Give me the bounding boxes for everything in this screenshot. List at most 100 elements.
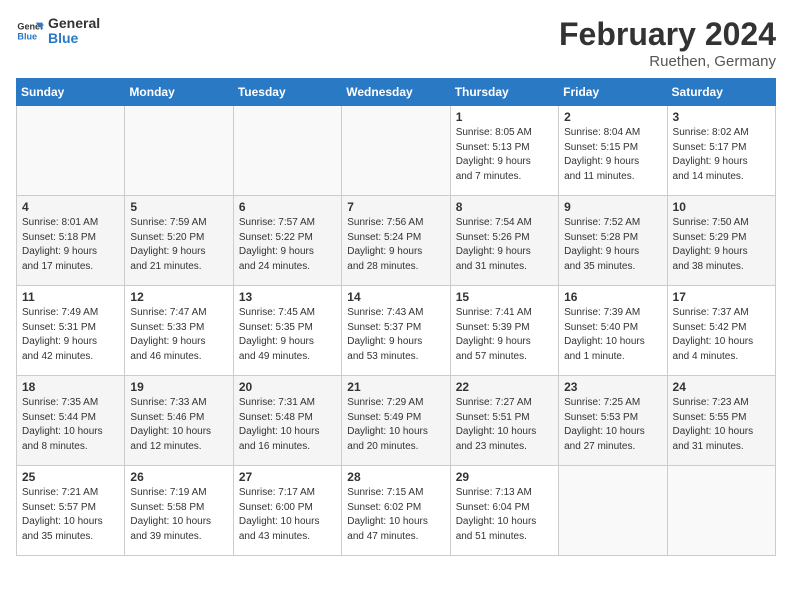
calendar-cell: 26Sunrise: 7:19 AM Sunset: 5:58 PM Dayli… <box>125 466 233 556</box>
calendar-cell: 29 Sunrise: 7:13 AM Sunset: 6:04 PM Dayli… <box>450 466 558 556</box>
calendar-title: February 2024 <box>559 16 776 53</box>
calendar-header-row: SundayMondayTuesdayWednesdayThursdayFrid… <box>17 79 776 106</box>
day-info: Sunrise: 7:37 AM Sunset: 5:42 PM Dayligh… <box>673 306 770 364</box>
day-info: Sunrise: 7:31 AM Sunset: 5:48 PM Dayligh… <box>239 396 336 454</box>
calendar-cell <box>559 466 667 556</box>
column-header-friday: Friday <box>559 79 667 106</box>
day-info: Sunrise: 8:05 AM Sunset: 5:13 PM Dayligh… <box>456 126 553 184</box>
column-header-sunday: Sunday <box>17 79 125 106</box>
day-number: 22 <box>456 380 553 394</box>
day-info: Sunrise: 7:41 AM Sunset: 5:39 PM Dayligh… <box>456 306 553 364</box>
calendar-subtitle: Ruethen, Germany <box>559 53 776 70</box>
calendar-cell: 17 Sunrise: 7:37 AM Sunset: 5:42 PM Dayli… <box>667 286 775 376</box>
day-number: 5 <box>130 200 227 214</box>
calendar-week-row: 4 Sunrise: 8:01 AM Sunset: 5:18 PM Daylig… <box>17 196 776 286</box>
day-number: 24 <box>673 380 770 394</box>
day-number: 23 <box>564 380 661 394</box>
calendar-cell: 23 Sunrise: 7:25 AM Sunset: 5:53 PM Dayli… <box>559 376 667 466</box>
calendar-cell: 16 Sunrise: 7:39 AM Sunset: 5:40 PM Dayli… <box>559 286 667 376</box>
calendar-cell <box>17 106 125 196</box>
day-number: 6 <box>239 200 336 214</box>
calendar-cell <box>342 106 450 196</box>
day-info: Sunrise: 7:56 AM Sunset: 5:24 PM Dayligh… <box>347 216 444 274</box>
calendar-cell: 20 Sunrise: 7:31 AM Sunset: 5:48 PM Dayli… <box>233 376 341 466</box>
calendar-week-row: 25 Sunrise: 7:21 AM Sunset: 5:57 PM Dayli… <box>17 466 776 556</box>
column-header-saturday: Saturday <box>667 79 775 106</box>
calendar-week-row: 11Sunrise: 7:49 AM Sunset: 5:31 PM Dayli… <box>17 286 776 376</box>
day-number: 4 <box>22 200 119 214</box>
calendar-week-row: 1 Sunrise: 8:05 AM Sunset: 5:13 PM Daylig… <box>17 106 776 196</box>
day-info: Sunrise: 7:59 AM Sunset: 5:20 PM Dayligh… <box>130 216 227 274</box>
day-number: 10 <box>673 200 770 214</box>
calendar-cell: 10 Sunrise: 7:50 AM Sunset: 5:29 PM Dayli… <box>667 196 775 286</box>
column-header-thursday: Thursday <box>450 79 558 106</box>
day-info: Sunrise: 7:23 AM Sunset: 5:55 PM Dayligh… <box>673 396 770 454</box>
day-number: 14 <box>347 290 444 304</box>
day-info: Sunrise: 7:17 AM Sunset: 6:00 PM Dayligh… <box>239 486 336 544</box>
calendar-cell: 13 Sunrise: 7:45 AM Sunset: 5:35 PM Dayli… <box>233 286 341 376</box>
calendar-cell: 5 Sunrise: 7:59 AM Sunset: 5:20 PM Daylig… <box>125 196 233 286</box>
day-number: 19 <box>130 380 227 394</box>
calendar-cell: 25 Sunrise: 7:21 AM Sunset: 5:57 PM Dayli… <box>17 466 125 556</box>
calendar-cell: 27 Sunrise: 7:17 AM Sunset: 6:00 PM Dayli… <box>233 466 341 556</box>
day-number: 29 <box>456 470 553 484</box>
calendar-cell: 9Sunrise: 7:52 AM Sunset: 5:28 PM Daylig… <box>559 196 667 286</box>
calendar-cell: 19Sunrise: 7:33 AM Sunset: 5:46 PM Dayli… <box>125 376 233 466</box>
day-info: Sunrise: 7:29 AM Sunset: 5:49 PM Dayligh… <box>347 396 444 454</box>
day-info: Sunrise: 7:47 AM Sunset: 5:33 PM Dayligh… <box>130 306 227 364</box>
logo-icon: General Blue <box>16 17 44 45</box>
calendar-cell: 6 Sunrise: 7:57 AM Sunset: 5:22 PM Daylig… <box>233 196 341 286</box>
calendar-cell <box>667 466 775 556</box>
day-number: 7 <box>347 200 444 214</box>
calendar-cell: 8 Sunrise: 7:54 AM Sunset: 5:26 PM Daylig… <box>450 196 558 286</box>
logo-line2: Blue <box>48 31 100 46</box>
calendar-cell: 3 Sunrise: 8:02 AM Sunset: 5:17 PM Daylig… <box>667 106 775 196</box>
column-header-wednesday: Wednesday <box>342 79 450 106</box>
day-number: 3 <box>673 110 770 124</box>
day-number: 12 <box>130 290 227 304</box>
title-block: February 2024 Ruethen, Germany <box>559 16 776 70</box>
day-info: Sunrise: 8:02 AM Sunset: 5:17 PM Dayligh… <box>673 126 770 184</box>
calendar-cell <box>125 106 233 196</box>
day-info: Sunrise: 7:35 AM Sunset: 5:44 PM Dayligh… <box>22 396 119 454</box>
day-number: 20 <box>239 380 336 394</box>
calendar-cell: 11Sunrise: 7:49 AM Sunset: 5:31 PM Dayli… <box>17 286 125 376</box>
day-info: Sunrise: 7:45 AM Sunset: 5:35 PM Dayligh… <box>239 306 336 364</box>
calendar-week-row: 18Sunrise: 7:35 AM Sunset: 5:44 PM Dayli… <box>17 376 776 466</box>
calendar-cell: 4 Sunrise: 8:01 AM Sunset: 5:18 PM Daylig… <box>17 196 125 286</box>
calendar-cell: 28 Sunrise: 7:15 AM Sunset: 6:02 PM Dayli… <box>342 466 450 556</box>
day-number: 28 <box>347 470 444 484</box>
day-number: 11 <box>22 290 119 304</box>
day-number: 17 <box>673 290 770 304</box>
day-info: Sunrise: 7:57 AM Sunset: 5:22 PM Dayligh… <box>239 216 336 274</box>
day-info: Sunrise: 8:04 AM Sunset: 5:15 PM Dayligh… <box>564 126 661 184</box>
day-info: Sunrise: 7:15 AM Sunset: 6:02 PM Dayligh… <box>347 486 444 544</box>
day-number: 8 <box>456 200 553 214</box>
day-info: Sunrise: 7:13 AM Sunset: 6:04 PM Dayligh… <box>456 486 553 544</box>
calendar-cell: 12 Sunrise: 7:47 AM Sunset: 5:33 PM Dayli… <box>125 286 233 376</box>
day-number: 21 <box>347 380 444 394</box>
day-number: 25 <box>22 470 119 484</box>
day-info: Sunrise: 7:39 AM Sunset: 5:40 PM Dayligh… <box>564 306 661 364</box>
calendar-cell: 1 Sunrise: 8:05 AM Sunset: 5:13 PM Daylig… <box>450 106 558 196</box>
calendar-cell: 24 Sunrise: 7:23 AM Sunset: 5:55 PM Dayli… <box>667 376 775 466</box>
page-header: General Blue General Blue February 2024 … <box>16 16 776 70</box>
day-info: Sunrise: 7:19 AM Sunset: 5:58 PM Dayligh… <box>130 486 227 544</box>
column-header-monday: Monday <box>125 79 233 106</box>
day-number: 1 <box>456 110 553 124</box>
day-info: Sunrise: 8:01 AM Sunset: 5:18 PM Dayligh… <box>22 216 119 274</box>
svg-text:Blue: Blue <box>17 32 37 42</box>
day-info: Sunrise: 7:50 AM Sunset: 5:29 PM Dayligh… <box>673 216 770 274</box>
day-number: 27 <box>239 470 336 484</box>
calendar-cell <box>233 106 341 196</box>
day-number: 15 <box>456 290 553 304</box>
day-number: 9 <box>564 200 661 214</box>
day-info: Sunrise: 7:21 AM Sunset: 5:57 PM Dayligh… <box>22 486 119 544</box>
day-info: Sunrise: 7:54 AM Sunset: 5:26 PM Dayligh… <box>456 216 553 274</box>
calendar-cell: 18Sunrise: 7:35 AM Sunset: 5:44 PM Dayli… <box>17 376 125 466</box>
day-number: 16 <box>564 290 661 304</box>
day-number: 13 <box>239 290 336 304</box>
calendar-cell: 21 Sunrise: 7:29 AM Sunset: 5:49 PM Dayli… <box>342 376 450 466</box>
day-info: Sunrise: 7:25 AM Sunset: 5:53 PM Dayligh… <box>564 396 661 454</box>
logo: General Blue General Blue <box>16 16 100 47</box>
